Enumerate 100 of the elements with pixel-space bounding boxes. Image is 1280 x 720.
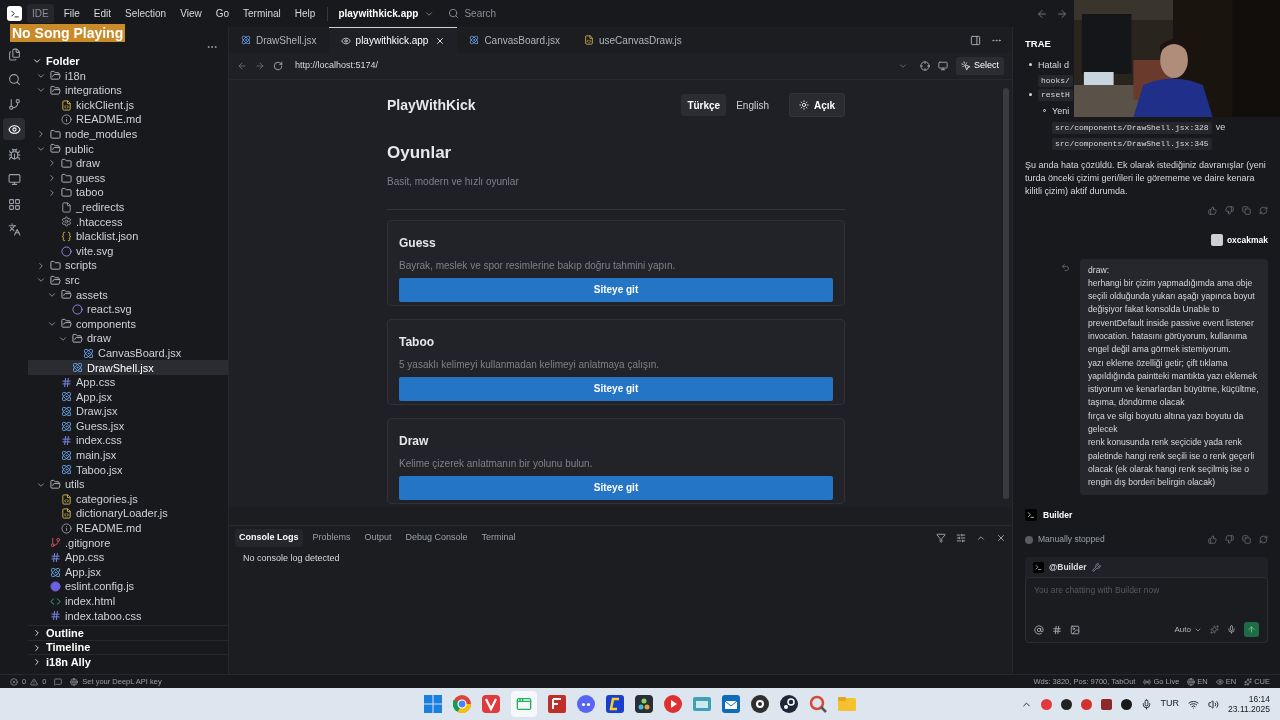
section-header[interactable]: Folder <box>28 54 228 69</box>
file-row[interactable]: CanvasBoard.jsx <box>28 345 228 361</box>
file-row[interactable]: blacklist.json <box>28 229 228 244</box>
menu-item[interactable]: Help <box>294 6 316 21</box>
file-row[interactable]: main.jsx <box>28 448 228 463</box>
visit-button[interactable]: Siteye git <box>399 475 833 500</box>
hash-icon[interactable] <box>1052 624 1062 635</box>
visit-button[interactable]: Siteye git <box>399 376 833 401</box>
scrollbar[interactable] <box>1003 88 1009 499</box>
url-field[interactable]: http://localhost:5174/ <box>291 57 912 75</box>
file-row[interactable]: index.html <box>28 593 228 609</box>
clock[interactable]: 16:14 23.11.2025 <box>1228 694 1270 714</box>
mode-dropdown[interactable]: Auto <box>1174 623 1202 636</box>
file-row[interactable]: .htaccess <box>28 214 228 230</box>
file-row[interactable]: Draw.jsx <box>28 404 228 419</box>
file-row[interactable]: .gitignore <box>28 535 228 551</box>
ide-icon[interactable] <box>511 691 537 717</box>
file-row[interactable]: categories.js <box>28 491 228 507</box>
thumbs-down-icon[interactable] <box>1225 205 1234 215</box>
folder-row[interactable]: src <box>28 272 228 288</box>
section-header[interactable]: i18n Ally <box>28 654 228 669</box>
language-toggle[interactable]: Türkçe <box>681 94 727 116</box>
project-dropdown[interactable]: playwithkick.app <box>338 6 435 21</box>
file-row[interactable]: index.taboo.css <box>28 608 228 624</box>
keyboard-language[interactable]: TUR <box>1160 697 1180 711</box>
tray-app-icon[interactable] <box>1100 698 1112 710</box>
microphone-icon[interactable] <box>1227 625 1236 635</box>
mention-icon[interactable] <box>1034 624 1044 635</box>
play-icon[interactable] <box>664 695 682 713</box>
folder-row[interactable]: i18n <box>28 68 228 84</box>
panel-tab[interactable]: Console Logs <box>235 529 303 547</box>
chat-app-icon[interactable] <box>577 695 595 713</box>
menu-item[interactable]: View <box>180 6 202 21</box>
file-row[interactable]: vite.svg <box>28 243 228 259</box>
editor-tab[interactable]: CanvasBoard.jsx <box>457 27 572 53</box>
shield-icon[interactable] <box>482 695 500 713</box>
tray-app-icon[interactable] <box>1120 698 1132 710</box>
file-row[interactable]: README.md <box>28 521 228 536</box>
send-button[interactable] <box>1244 622 1259 638</box>
image-icon[interactable] <box>1070 624 1080 635</box>
file-row[interactable]: README.md <box>28 112 228 127</box>
menu-item[interactable]: Terminal <box>243 6 281 21</box>
agent-chip[interactable]: @Builder <box>1049 560 1087 574</box>
magnifier-app-icon[interactable] <box>809 695 827 713</box>
folder-row[interactable]: node_modules <box>28 126 228 142</box>
regenerate-icon[interactable] <box>1259 205 1268 215</box>
file-row[interactable]: App.css <box>28 550 228 565</box>
microphone-icon[interactable] <box>1140 698 1152 710</box>
editor-tab[interactable]: useCanvasDraw.js <box>572 27 694 53</box>
menu-item[interactable]: Go <box>215 6 229 21</box>
target-icon[interactable] <box>920 61 930 71</box>
file-row[interactable]: DrawShell.jsx <box>28 360 228 376</box>
app-logo-icon[interactable] <box>7 6 22 21</box>
file-row[interactable]: App.jsx <box>28 564 228 580</box>
menu-item[interactable]: Selection <box>125 6 167 21</box>
tools-icon[interactable] <box>1091 562 1101 572</box>
file-row[interactable]: eslint.config.js <box>28 579 228 594</box>
file-row[interactable]: index.css <box>28 433 228 449</box>
thumbs-up-icon[interactable] <box>1208 535 1217 545</box>
start-icon[interactable] <box>424 695 442 713</box>
panel-tab[interactable]: Output <box>360 529 396 547</box>
panel-tab[interactable]: Problems <box>308 529 355 547</box>
file-row[interactable]: _redirects <box>28 199 228 215</box>
file-row[interactable]: kickClient.js <box>28 97 228 113</box>
back-arrow-icon[interactable] <box>1036 7 1048 20</box>
mail-icon[interactable] <box>722 695 740 713</box>
folder-row[interactable]: assets <box>28 287 228 303</box>
game-store-icon[interactable] <box>780 695 798 713</box>
theme-button[interactable]: Açık <box>789 93 845 117</box>
thumbs-down-icon[interactable] <box>1225 535 1234 545</box>
close-icon[interactable] <box>435 35 446 46</box>
tray-app-icon[interactable] <box>1060 698 1072 710</box>
close-icon[interactable] <box>996 533 1006 543</box>
folder-row[interactable]: utils <box>28 477 228 492</box>
split-editor-icon[interactable] <box>970 34 981 46</box>
network-icon[interactable] <box>1188 698 1200 710</box>
forward-arrow-icon[interactable] <box>255 61 265 71</box>
settings-sliders-icon[interactable] <box>956 533 966 543</box>
file-row[interactable]: dictionaryLoader.js <box>28 506 228 521</box>
folder-row[interactable]: draw <box>28 156 228 171</box>
back-arrow-icon[interactable] <box>237 61 247 71</box>
undo-icon[interactable] <box>1061 262 1070 272</box>
file-row[interactable]: react.svg <box>28 302 228 317</box>
file-row[interactable]: App.jsx <box>28 389 228 405</box>
regenerate-icon[interactable] <box>1259 535 1268 545</box>
editor-tab[interactable]: playwithkick.app <box>328 27 458 53</box>
folder-row[interactable]: integrations <box>28 83 228 98</box>
visit-button[interactable]: Siteye git <box>399 277 833 302</box>
chat-icon[interactable] <box>54 677 63 686</box>
thumbs-up-icon[interactable] <box>1208 205 1217 215</box>
filter-icon[interactable] <box>936 533 946 543</box>
file-row[interactable]: Guess.jsx <box>28 418 228 434</box>
panel-tab[interactable]: Debug Console <box>401 529 472 547</box>
section-header[interactable]: Timeline <box>28 639 228 655</box>
recorder-icon[interactable] <box>751 695 769 713</box>
folder-row[interactable]: draw <box>28 331 228 346</box>
folder-row[interactable]: components <box>28 316 228 332</box>
editor-tab[interactable]: DrawShell.jsx <box>229 27 329 53</box>
app-icon[interactable] <box>606 695 624 713</box>
file-row[interactable]: App.css <box>28 375 228 390</box>
